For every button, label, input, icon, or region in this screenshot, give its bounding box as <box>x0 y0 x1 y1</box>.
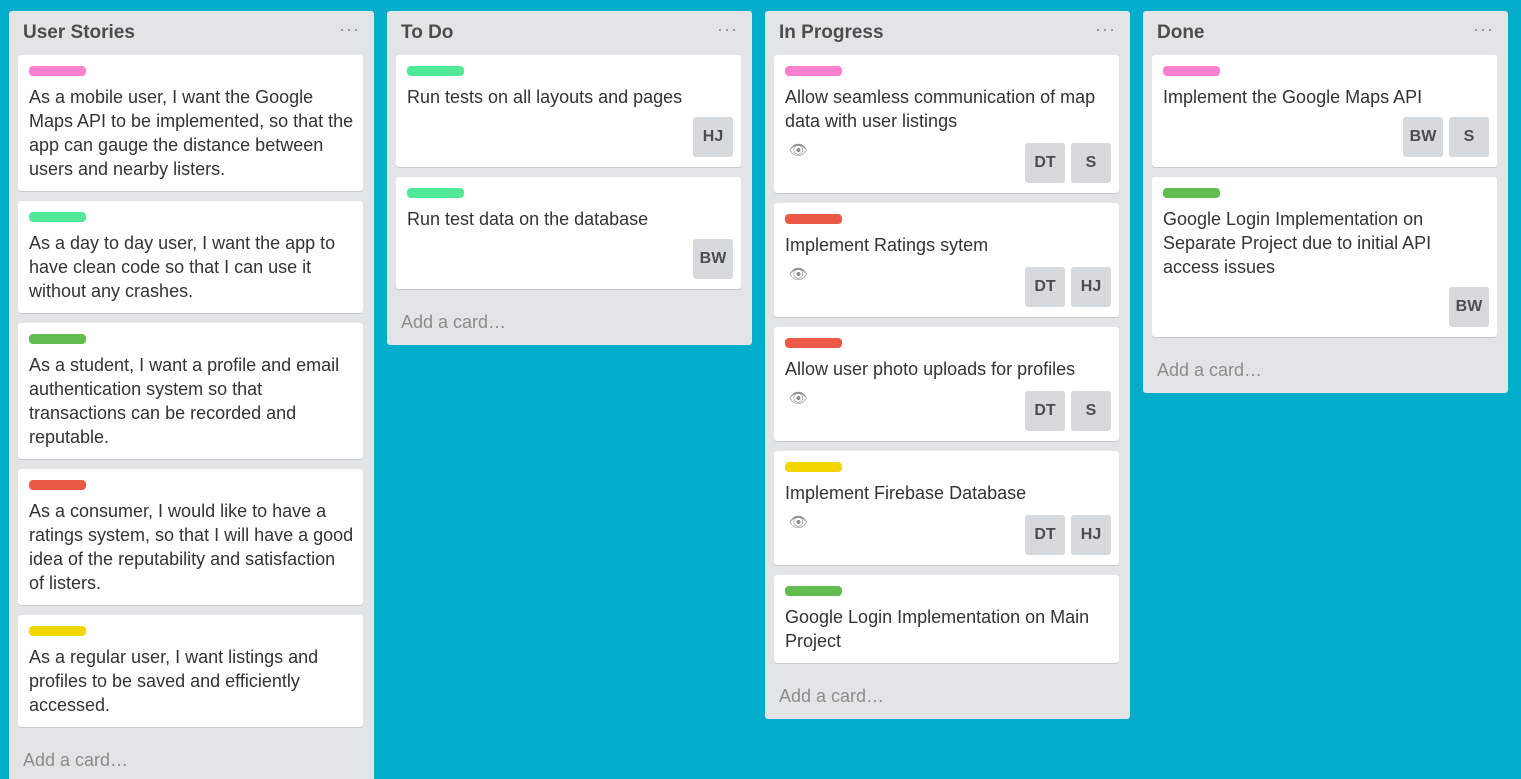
card-members: BW S <box>1403 117 1489 157</box>
list-user-stories: User Stories ··· As a mobile user, I wan… <box>9 11 374 779</box>
card-members: HJ <box>693 117 733 157</box>
add-card-button[interactable]: Add a card… <box>18 737 363 779</box>
list-title[interactable]: User Stories <box>23 22 135 44</box>
member-avatar[interactable]: DT <box>1025 267 1065 307</box>
add-card-button[interactable]: Add a card… <box>1152 347 1497 393</box>
card-title: Implement Ratings sytem <box>785 235 989 255</box>
card[interactable]: Run tests on all layouts and pages HJ <box>396 55 741 167</box>
card[interactable]: Google Login Implementation on Separate … <box>1152 177 1497 337</box>
card-label <box>1163 66 1220 76</box>
card-title: Run test data on the database <box>407 209 649 229</box>
card-label <box>29 212 86 222</box>
card-label <box>407 66 464 76</box>
list-in-progress: In Progress ··· Allow seamless communica… <box>765 11 1130 719</box>
card-title: Implement Firebase Database <box>785 483 1027 503</box>
card[interactable]: Allow seamless communication of map data… <box>774 55 1119 193</box>
card-members: DT HJ <box>1025 515 1111 555</box>
card-title: As a day to day user, I want the app to … <box>29 233 336 301</box>
member-avatar[interactable]: BW <box>1403 117 1443 157</box>
add-card-button[interactable]: Add a card… <box>774 673 1119 719</box>
member-avatar[interactable]: DT <box>1025 515 1065 555</box>
card-footer: HJ <box>407 117 733 157</box>
card-label <box>785 462 842 472</box>
card[interactable]: Implement Firebase Database 👁︎ DT HJ <box>774 451 1119 565</box>
card[interactable]: Allow user photo uploads for profiles 👁︎… <box>774 327 1119 441</box>
card-label <box>29 480 86 490</box>
card-label <box>29 66 86 76</box>
list-title[interactable]: Done <box>1157 22 1205 44</box>
member-avatar[interactable]: DT <box>1025 391 1065 431</box>
card-members: BW <box>1449 287 1489 327</box>
card-footer: BW <box>407 239 733 279</box>
member-avatar[interactable]: HJ <box>1071 267 1111 307</box>
eye-icon: 👁︎ <box>789 266 809 283</box>
card-footer: BW S <box>1163 117 1489 157</box>
card-label <box>29 334 86 344</box>
card[interactable]: Google Login Implementation on Main Proj… <box>774 575 1119 663</box>
list-header: In Progress ··· <box>774 11 1119 55</box>
card-title: Allow user photo uploads for profiles <box>785 359 1076 379</box>
card[interactable]: As a student, I want a profile and email… <box>18 323 363 459</box>
card-label <box>785 214 842 224</box>
card-footer: 👁︎ DT HJ <box>785 513 1111 555</box>
list-to-do: To Do ··· Run tests on all layouts and p… <box>387 11 752 345</box>
eye-icon: 👁︎ <box>789 142 809 159</box>
list-menu-icon[interactable]: ··· <box>1095 20 1116 42</box>
card-members: DT S <box>1025 143 1111 183</box>
list-header: User Stories ··· <box>18 11 363 55</box>
card-label <box>1163 188 1220 198</box>
card-label <box>785 66 842 76</box>
list-menu-icon[interactable]: ··· <box>339 20 360 42</box>
card-members: DT HJ <box>1025 267 1111 307</box>
card-members: BW <box>693 239 733 279</box>
list-header: Done ··· <box>1152 11 1497 55</box>
add-card-button[interactable]: Add a card… <box>396 299 741 345</box>
card[interactable]: Run test data on the database BW <box>396 177 741 289</box>
card-footer: 👁︎ DT S <box>785 389 1111 431</box>
list-done: Done ··· Implement the Google Maps API B… <box>1143 11 1508 393</box>
card-title: Implement the Google Maps API <box>1163 87 1423 107</box>
member-avatar[interactable]: S <box>1449 117 1489 157</box>
card[interactable]: Implement the Google Maps API BW S <box>1152 55 1497 167</box>
card-title: As a mobile user, I want the Google Maps… <box>29 87 354 179</box>
member-avatar[interactable]: HJ <box>693 117 733 157</box>
card[interactable]: As a regular user, I want listings and p… <box>18 615 363 727</box>
list-menu-icon[interactable]: ··· <box>717 20 738 42</box>
card-footer: 👁︎ DT S <box>785 141 1111 183</box>
card-members: DT S <box>1025 391 1111 431</box>
card-footer: BW <box>1163 287 1489 327</box>
card-title: Allow seamless communication of map data… <box>785 87 1096 131</box>
member-avatar[interactable]: S <box>1071 391 1111 431</box>
member-avatar[interactable]: S <box>1071 143 1111 183</box>
board: User Stories ··· As a mobile user, I wan… <box>0 0 1521 779</box>
card-title: Google Login Implementation on Main Proj… <box>785 607 1090 651</box>
card-title: Run tests on all layouts and pages <box>407 87 683 107</box>
card-title: As a student, I want a profile and email… <box>29 355 340 447</box>
list-menu-icon[interactable]: ··· <box>1473 20 1494 42</box>
card-label <box>785 338 842 348</box>
card[interactable]: As a day to day user, I want the app to … <box>18 201 363 313</box>
member-avatar[interactable]: BW <box>693 239 733 279</box>
card-title: As a regular user, I want listings and p… <box>29 647 319 715</box>
list-title[interactable]: To Do <box>401 22 453 44</box>
list-header: To Do ··· <box>396 11 741 55</box>
card[interactable]: As a consumer, I would like to have a ra… <box>18 469 363 605</box>
list-title[interactable]: In Progress <box>779 22 884 44</box>
card-title: Google Login Implementation on Separate … <box>1163 209 1432 277</box>
eye-icon: 👁︎ <box>789 514 809 531</box>
card[interactable]: Implement Ratings sytem 👁︎ DT HJ <box>774 203 1119 317</box>
card[interactable]: As a mobile user, I want the Google Maps… <box>18 55 363 191</box>
card-label <box>29 626 86 636</box>
card-label <box>785 586 842 596</box>
card-label <box>407 188 464 198</box>
card-title: As a consumer, I would like to have a ra… <box>29 501 354 593</box>
card-footer: 👁︎ DT HJ <box>785 265 1111 307</box>
member-avatar[interactable]: HJ <box>1071 515 1111 555</box>
member-avatar[interactable]: BW <box>1449 287 1489 327</box>
member-avatar[interactable]: DT <box>1025 143 1065 183</box>
eye-icon: 👁︎ <box>789 390 809 407</box>
